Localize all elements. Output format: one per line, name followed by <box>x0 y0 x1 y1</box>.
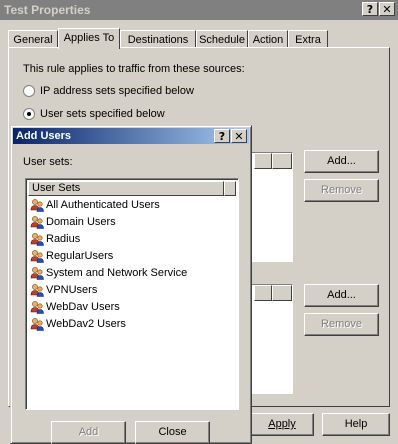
user-sets-list[interactable]: User Sets All Authenticated Users Domain… <box>25 178 239 410</box>
user-set-name: VPNUsers <box>46 284 98 296</box>
users-group-icon <box>30 318 44 331</box>
radio-ip-address[interactable] <box>23 85 35 97</box>
add-users-dialog: Add Users ? ✕ User sets: User Sets All A… <box>10 125 252 444</box>
listbox-header-col[interactable] <box>254 285 272 301</box>
add-exception-button[interactable]: Add... <box>304 284 379 307</box>
users-group-icon <box>30 301 44 314</box>
users-group-icon <box>30 233 44 246</box>
outer-titlebar[interactable]: Test Properties ? ✕ <box>0 0 398 20</box>
tab-schedule[interactable]: Schedule <box>196 30 248 48</box>
tab-action[interactable]: Action <box>248 30 288 48</box>
listbox-header-col[interactable] <box>272 153 292 169</box>
user-set-name: Radius <box>46 233 81 245</box>
outer-title: Test Properties <box>4 3 91 17</box>
radio-user-sets[interactable] <box>23 108 35 120</box>
close-button[interactable]: Close <box>135 421 210 444</box>
user-set-name: RegularUsers <box>46 250 114 262</box>
column-header-user-sets[interactable]: User Sets <box>28 181 224 196</box>
outer-help-button[interactable]: ? <box>362 2 378 16</box>
help-button[interactable]: Help <box>322 413 390 436</box>
user-sets-label: User sets: <box>23 156 73 168</box>
remove-user-set-button[interactable]: Remove <box>304 179 379 202</box>
users-group-icon <box>30 267 44 280</box>
user-set-name: System and Network Service <box>46 267 188 279</box>
intro-text: This rule applies to traffic from these … <box>23 63 245 75</box>
user-set-name: WebDav Users <box>46 301 120 313</box>
add-users-close-button[interactable]: ✕ <box>231 129 247 143</box>
users-group-icon <box>30 284 44 297</box>
tab-destinations[interactable]: Destinations <box>120 30 196 48</box>
radio-ip-label[interactable]: IP address sets specified below <box>40 85 194 97</box>
add-users-help-button[interactable]: ? <box>214 129 230 143</box>
outer-close-button[interactable]: ✕ <box>379 2 395 16</box>
add-users-titlebar[interactable]: Add Users ? ✕ <box>13 128 249 144</box>
add-users-title: Add Users <box>16 130 72 142</box>
add-user-set-button[interactable]: Add... <box>304 150 379 173</box>
column-header-filler[interactable] <box>224 181 236 196</box>
listbox-header-col[interactable] <box>272 285 292 301</box>
tab-applies-to[interactable]: Applies To <box>58 28 120 49</box>
tab-extra[interactable]: Extra <box>288 30 328 48</box>
add-button[interactable]: Add <box>51 421 126 444</box>
users-group-icon <box>30 216 44 229</box>
user-set-name: All Authenticated Users <box>46 199 160 211</box>
apply-button-label: Apply <box>268 418 296 430</box>
users-group-icon <box>30 199 44 212</box>
listbox-header-col[interactable] <box>254 153 272 169</box>
users-group-icon <box>30 250 44 263</box>
radio-user-label[interactable]: User sets specified below <box>40 108 165 120</box>
tab-general[interactable]: General <box>8 30 58 48</box>
user-set-name: Domain Users <box>46 216 116 228</box>
apply-button[interactable]: Apply <box>250 413 314 436</box>
remove-exception-button[interactable]: Remove <box>304 313 379 336</box>
user-set-name: WebDav2 Users <box>46 318 126 330</box>
